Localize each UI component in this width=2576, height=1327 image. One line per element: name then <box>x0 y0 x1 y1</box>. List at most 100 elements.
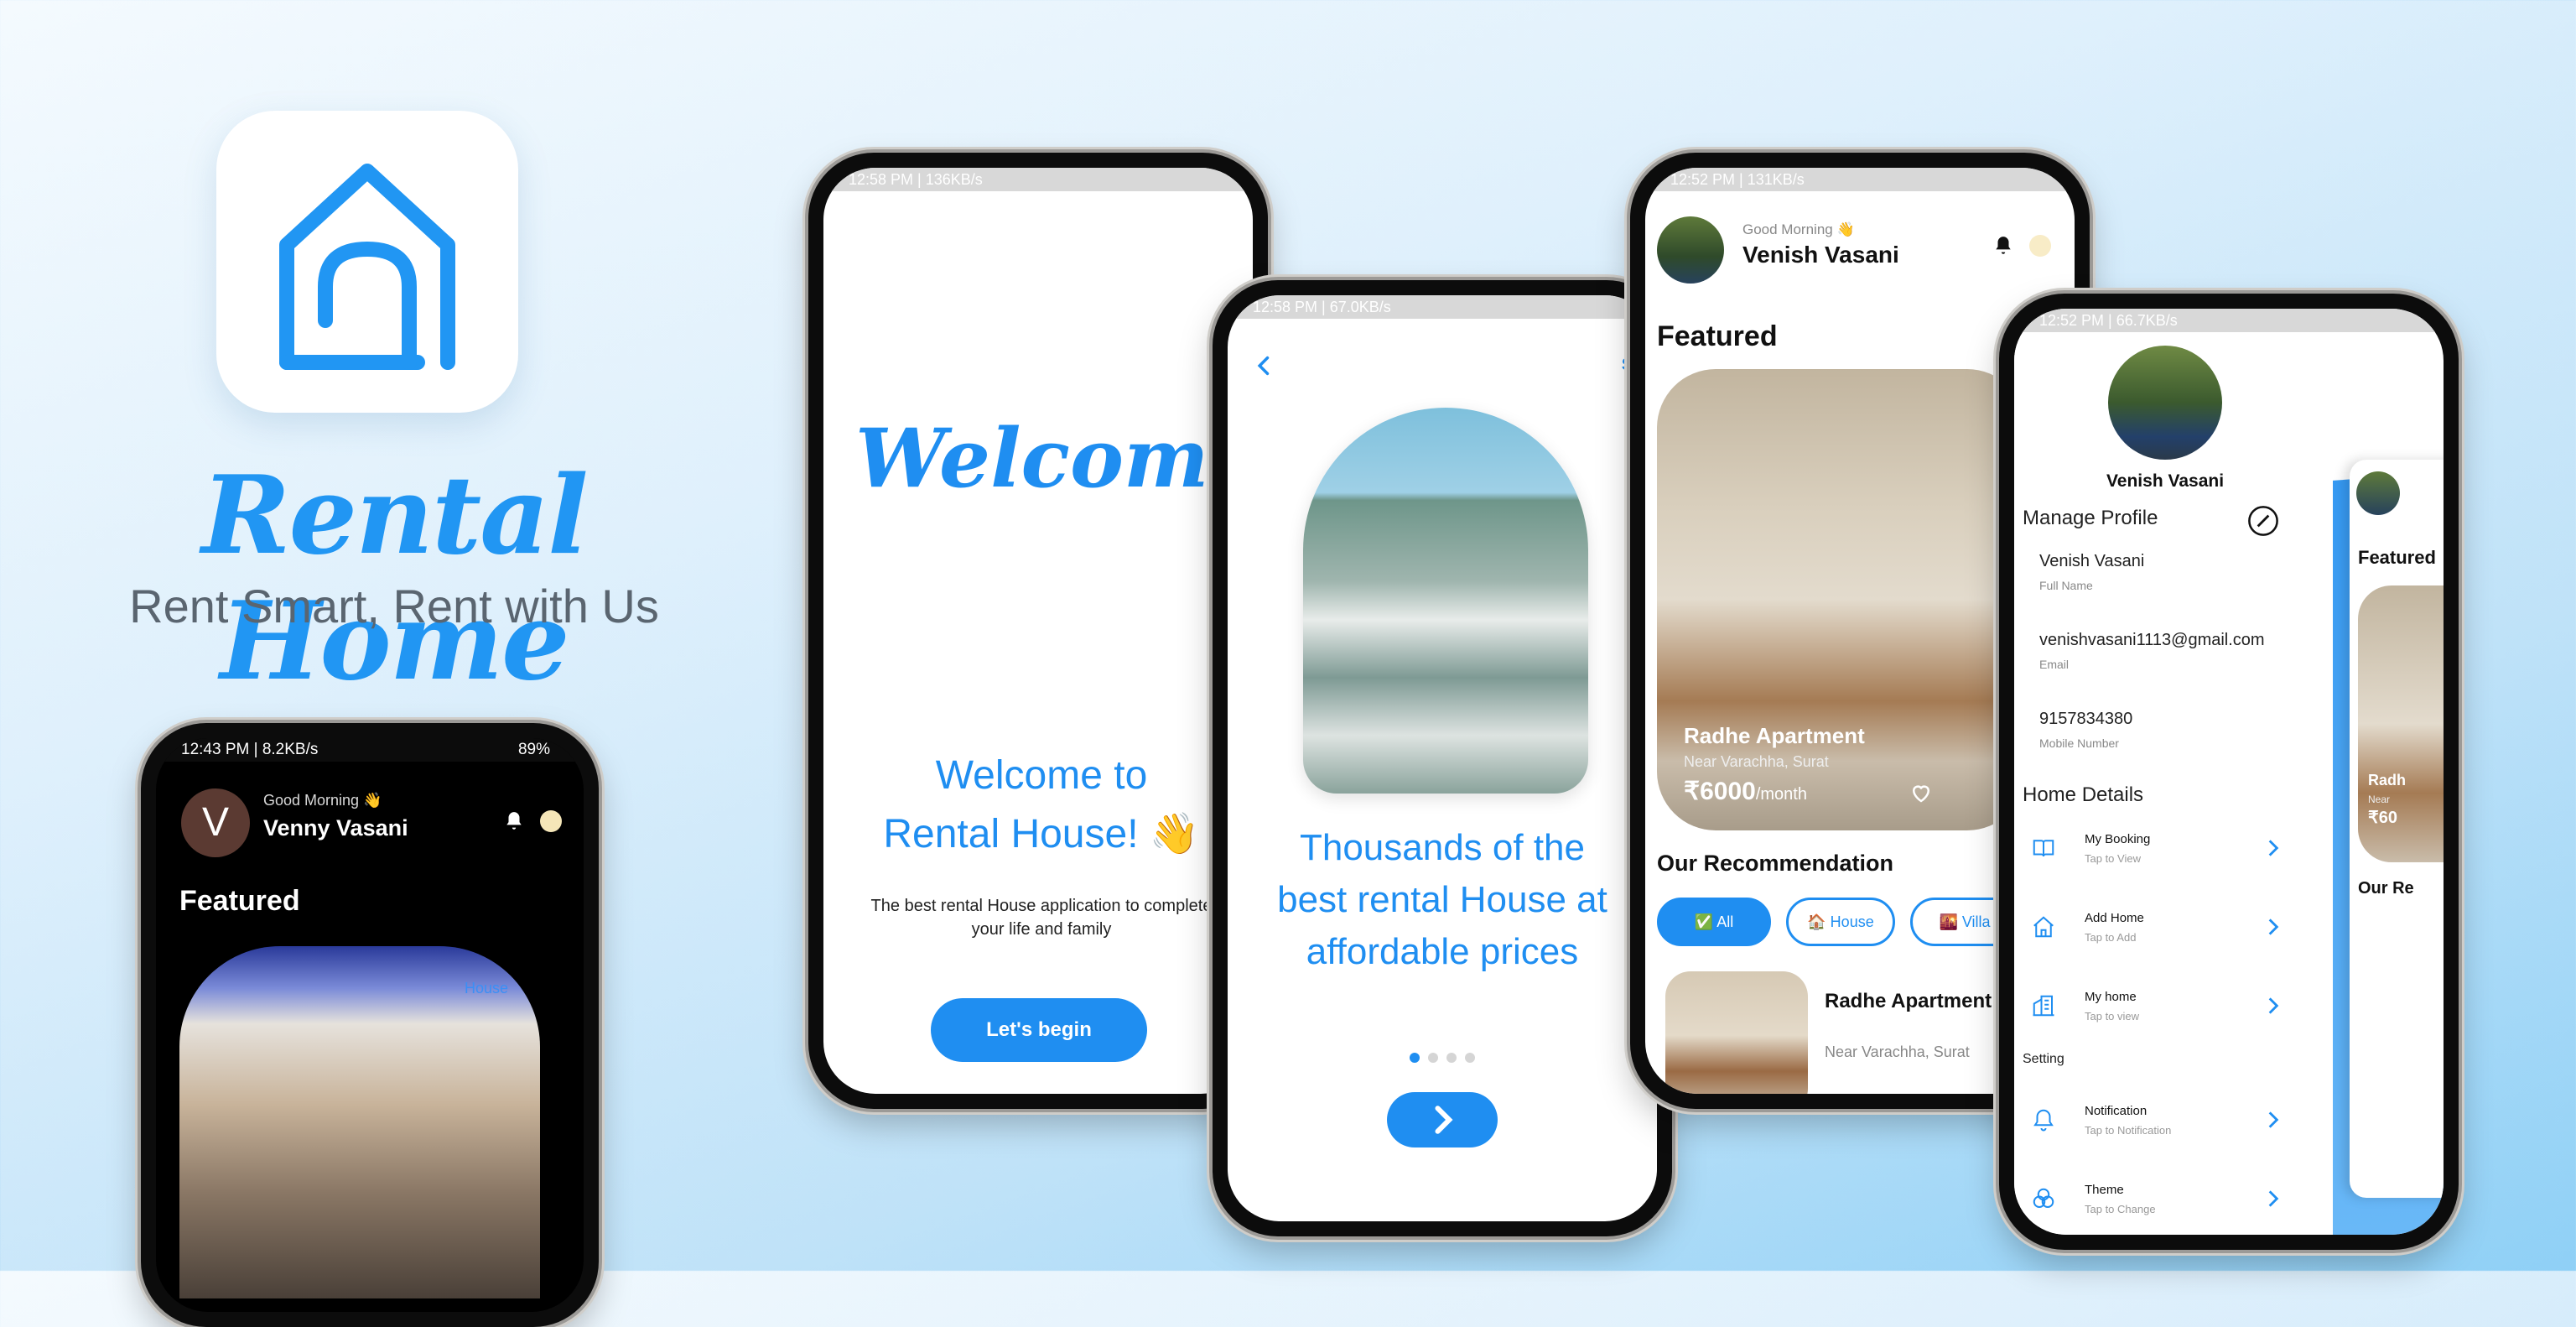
peek-name: Radh <box>2368 772 2406 788</box>
status-time: 12:43 PM | 8.2KB/s <box>181 741 319 758</box>
chevron-right-icon <box>2268 997 2279 1014</box>
card-location: Near Varachha, Surat <box>1684 753 1829 770</box>
welcome-heading-line2: Rental House! 👋 <box>883 812 1200 856</box>
home-icon <box>2033 916 2054 938</box>
row-my-booking[interactable]: My Booking Tap to View <box>2014 824 2316 891</box>
page-dot[interactable] <box>1410 1053 1420 1063</box>
row-sub: Tap to Add <box>2085 931 2137 944</box>
status-bar: 12:58 PM | 136KB/s <box>823 168 1253 191</box>
theme-icon <box>2033 1188 2054 1208</box>
rec-name: Radhe Apartment <box>1825 990 1992 1012</box>
peek-rec: Our Re <box>2358 879 2414 898</box>
row-my-home[interactable]: My home Tap to view <box>2014 981 2316 1049</box>
peek-card: Radh Near ₹60 <box>2358 585 2444 862</box>
building-photo <box>1303 408 1588 794</box>
row-title: Notification <box>2085 1104 2148 1118</box>
chip-house[interactable]: 🏠 House <box>1786 898 1895 946</box>
peek-price: ₹60 <box>2368 809 2397 827</box>
recommendation-thumb[interactable] <box>1665 971 1808 1094</box>
row-sub: Tap to Notification <box>2085 1124 2172 1137</box>
bell-icon[interactable] <box>503 810 525 832</box>
onboard-heading-line1: Thousands of the <box>1299 827 1585 868</box>
theme-toggle-icon[interactable] <box>2029 235 2051 257</box>
price-amount: ₹6000 <box>1684 778 1756 805</box>
welcome-body-line2: your life and family <box>971 920 1112 939</box>
peek-featured: Featured <box>2358 547 2436 568</box>
row-title: Add Home <box>2085 911 2144 925</box>
featured-card[interactable]: Radhe Apartment Near Varachha, Surat ₹60… <box>1657 369 2026 830</box>
app-tagline: Rent Smart, Rent with Us <box>129 580 659 632</box>
peek-home[interactable]: Featured Radh Near ₹60 Our Re <box>2350 460 2444 1198</box>
avatar[interactable]: V <box>181 788 250 857</box>
featured-title: Featured <box>1657 320 1778 352</box>
building-icon <box>2033 995 2054 1017</box>
row-sub: Tap to view <box>2085 1010 2140 1023</box>
status-bar: 12:58 PM | 67.0KB/s <box>1228 295 1657 319</box>
welcome-body-line1: The best rental House application to com… <box>870 897 1213 915</box>
chevron-right-icon <box>2268 918 2279 935</box>
page-dot[interactable] <box>1465 1053 1475 1063</box>
field-mobile-value: 9157834380 <box>2039 710 2133 728</box>
next-button[interactable] <box>1387 1092 1498 1147</box>
card-price: ₹6000/month <box>1684 777 1807 806</box>
avatar[interactable] <box>1657 216 1724 284</box>
rec-location: Near Varachha, Surat <box>1825 1043 1970 1060</box>
recommendation-title: Our Recommendation <box>1657 851 1894 876</box>
book-icon <box>2033 840 2054 857</box>
house-outline-icon <box>279 164 455 370</box>
row-title: My Booking <box>2085 832 2151 846</box>
field-email-value: venishvasani1113@gmail.com <box>2039 631 2265 649</box>
peek-location: Near <box>2368 794 2391 805</box>
card-name: Radhe Apartment <box>1684 723 1865 748</box>
chevron-right-icon <box>1435 1106 1453 1134</box>
onboard-heading-line2: best rental House at <box>1277 879 1607 920</box>
edit-icon[interactable] <box>2247 505 2279 537</box>
row-sub: Tap to Change <box>2085 1203 2156 1215</box>
field-email-label: Email <box>2039 658 2070 671</box>
row-sub: Tap to View <box>2085 852 2141 865</box>
greeting: Good Morning 👋 <box>1742 221 1855 237</box>
home-details-title: Home Details <box>2023 783 2144 806</box>
section-title: Featured <box>179 885 300 917</box>
welcome-heading: Welcome to Rental House! 👋 <box>823 747 1253 864</box>
phone-profile: 12:52 PM | 66.7KB/s Featured Radh Near ₹… <box>1999 294 2459 1250</box>
bell-icon[interactable] <box>1992 235 2014 257</box>
onboard-heading-line3: affordable prices <box>1306 931 1579 972</box>
row-title: My home <box>2085 990 2137 1004</box>
welcome-heading-line1: Welcome to <box>935 753 1148 798</box>
welcome-script-title: Welcome! <box>855 411 1253 506</box>
row-add-home[interactable]: Add Home Tap to Add <box>2014 903 2316 970</box>
phone-onboarding: 12:58 PM | 67.0KB/s Skip Thousands of th… <box>1213 280 1672 1236</box>
greeting: Good Morning 👋 <box>263 792 382 809</box>
status-bar: 12:52 PM | 66.7KB/s <box>2014 309 2444 332</box>
page-dot[interactable] <box>1428 1053 1438 1063</box>
field-full-name-label: Full Name <box>2039 579 2093 592</box>
profile-avatar[interactable] <box>2108 346 2222 460</box>
row-title: Theme <box>2085 1183 2124 1197</box>
onboard-heading: Thousands of the best rental House at af… <box>1228 822 1657 978</box>
welcome-body: The best rental House application to com… <box>823 894 1253 941</box>
profile-drawer: Venish Vasani Manage Profile Venish Vasa… <box>2014 332 2333 1235</box>
user-name: Venny Vasani <box>263 815 408 840</box>
theme-toggle-icon[interactable] <box>540 810 562 832</box>
bell-icon <box>2033 1109 2054 1132</box>
page-indicator <box>1228 1052 1657 1067</box>
heart-icon[interactable] <box>1909 780 1934 805</box>
chevron-right-icon <box>2268 1190 2279 1207</box>
phone-welcome: 12:58 PM | 136KB/s Welcome! Welcome to R… <box>808 153 1268 1109</box>
user-name: Venish Vasani <box>1742 242 1899 268</box>
chevron-right-icon <box>2268 840 2279 856</box>
row-theme[interactable]: Theme Tap to Change <box>2014 1174 2316 1235</box>
chevron-right-icon <box>2268 1111 2279 1128</box>
profile-name: Venish Vasani <box>2106 471 2225 491</box>
app-logo <box>216 111 518 413</box>
chip-all[interactable]: ✅ All <box>1657 898 1771 946</box>
page-dot[interactable] <box>1446 1053 1457 1063</box>
lets-begin-button[interactable]: Let's begin <box>931 998 1147 1062</box>
setting-title: Setting <box>2023 1052 2064 1066</box>
featured-card[interactable]: House <box>179 946 540 1298</box>
back-arrow-icon[interactable] <box>1253 354 1276 377</box>
manage-profile-title: Manage Profile <box>2023 507 2158 529</box>
row-notification[interactable]: Notification Tap to Notification <box>2014 1095 2316 1163</box>
field-full-name-value: Venish Vasani <box>2039 552 2145 570</box>
